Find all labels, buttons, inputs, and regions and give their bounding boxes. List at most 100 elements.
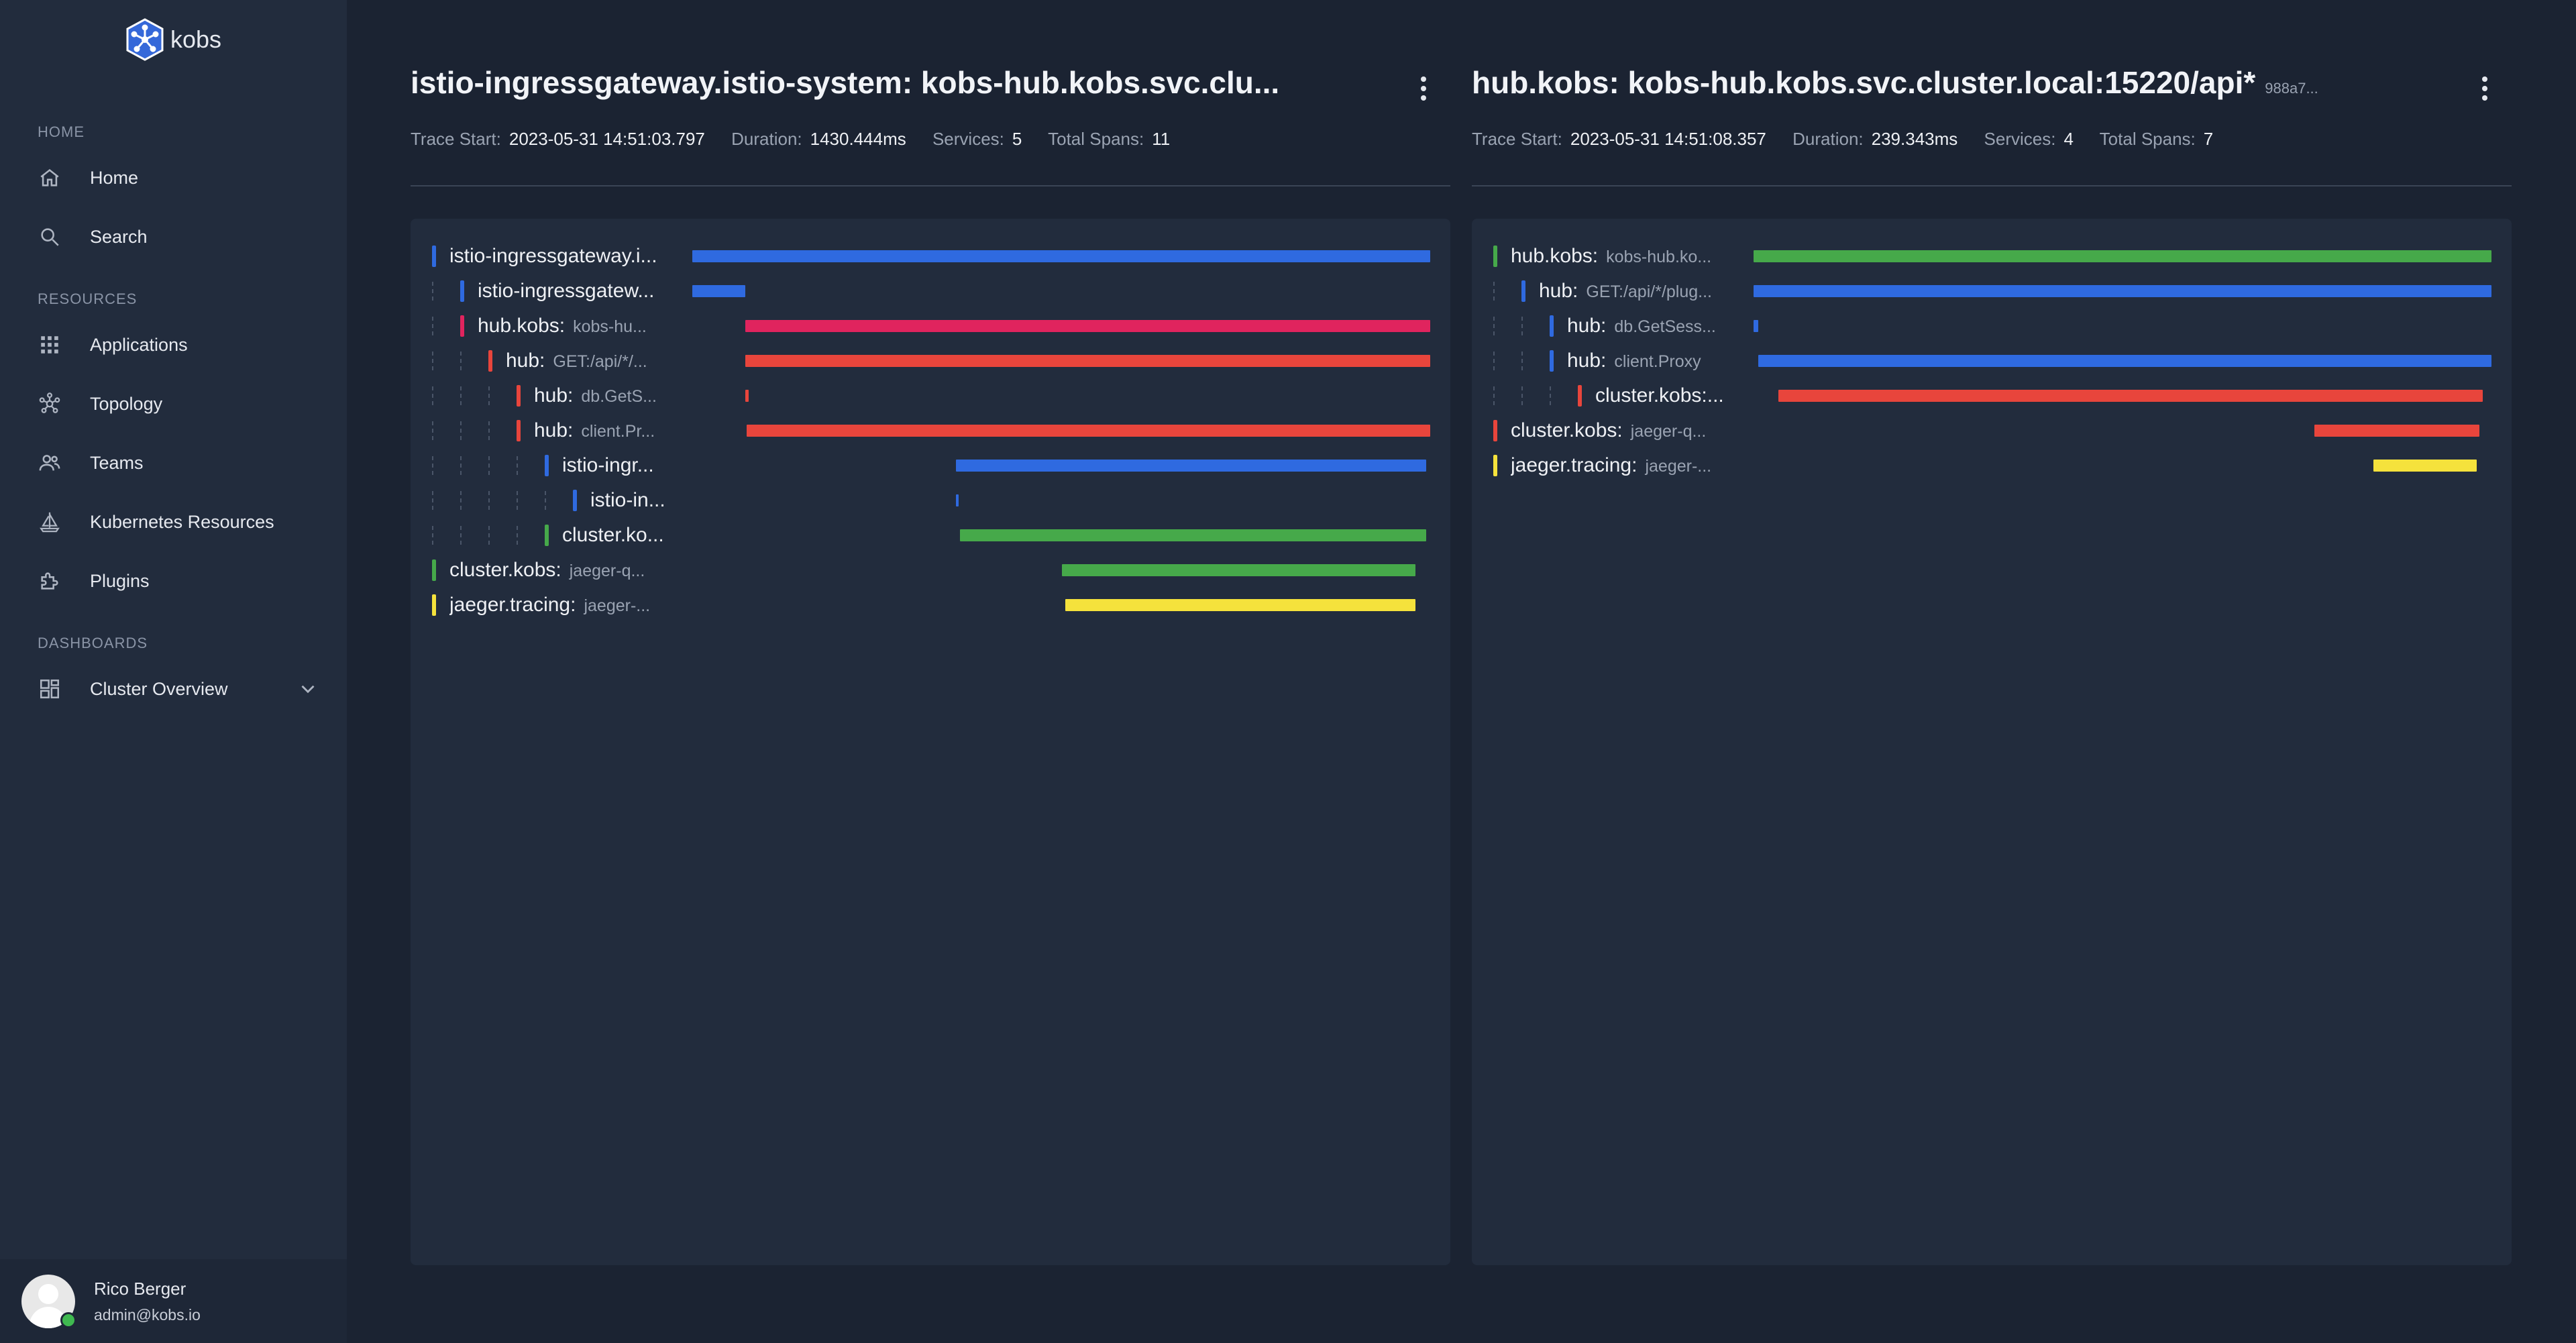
span-operation: client.Proxy	[1614, 352, 1701, 371]
sidebar-item-topology[interactable]: Topology	[38, 384, 319, 424]
span-row[interactable]: hub: db.GetSess...	[1472, 309, 2512, 343]
span-row[interactable]: hub.kobs: kobs-hu...	[411, 309, 1450, 343]
span-label: cluster.kobs: jaeger-q...	[449, 559, 679, 582]
span-duration-bar[interactable]	[1754, 285, 2491, 297]
span-operation: kobs-hub.ko...	[1606, 248, 1712, 266]
span-duration-bar[interactable]	[960, 529, 1427, 541]
span-duration-bar[interactable]	[747, 425, 1430, 437]
trace-menu-button[interactable]	[2478, 74, 2491, 103]
trace-view: istio-ingressgateway.istio-system: kobs-…	[411, 0, 1450, 1343]
span-row[interactable]: hub: client.Pr...	[411, 413, 1450, 448]
span-tree-panel: hub.kobs: kobs-hub.ko... hub: GET:/api/*/pl…	[1472, 219, 2512, 1265]
trace-duration: 1430.444ms	[810, 129, 906, 149]
section-title-resources: Resources	[38, 290, 138, 307]
span-service: hub:	[1567, 350, 1607, 372]
span-service: hub:	[534, 419, 574, 441]
span-duration-bar[interactable]	[1065, 599, 1415, 611]
span-service-marker	[460, 280, 464, 302]
sidebar-item-home[interactable]: Home	[38, 158, 319, 198]
sidebar-item-cluster-overview[interactable]: Cluster Overview	[38, 669, 319, 709]
span-label: hub.kobs: kobs-hu...	[478, 315, 679, 337]
trace-total-spans: 7	[2203, 129, 2214, 149]
tree-guide	[545, 491, 546, 510]
span-duration-bar[interactable]	[2314, 425, 2480, 437]
tree-guide	[1521, 386, 1523, 405]
span-service: istio-ingressgatew...	[478, 280, 655, 302]
tree-guide	[460, 456, 462, 475]
span-duration-bar[interactable]	[2373, 460, 2477, 472]
span-duration-bar[interactable]	[745, 320, 1430, 332]
span-row[interactable]: cluster.ko...	[411, 518, 1450, 553]
sidebar-item-teams[interactable]: Teams	[38, 443, 319, 483]
trace-view: hub.kobs: kobs-hub.kobs.svc.cluster.loca…	[1472, 0, 2512, 1343]
span-duration-bar[interactable]	[955, 460, 1427, 472]
span-row[interactable]: cluster.kobs: jaeger-q...	[1472, 413, 2512, 448]
trace-meta: Trace Start: 2023-05-31 14:51:03.797 Dura…	[411, 129, 1171, 149]
sidebar-item-label: Kubernetes Resources	[90, 511, 274, 532]
span-label: cluster.kobs: jaeger-q...	[1511, 419, 1740, 442]
span-row[interactable]: hub: client.Proxy	[1472, 343, 2512, 378]
tree-guide	[1493, 352, 1495, 370]
sidebar-item-search[interactable]: Search	[38, 217, 319, 257]
sidebar: kobs Home Home Search Resources Applicat…	[0, 0, 347, 1343]
tree-guide	[1493, 386, 1495, 405]
tree-guide	[488, 526, 490, 545]
span-row[interactable]: hub: GET:/api/*/plug...	[1472, 274, 2512, 309]
span-service-marker	[1521, 280, 1525, 302]
span-service: cluster.kobs:	[1511, 419, 1623, 441]
span-duration-bar[interactable]	[745, 390, 749, 402]
span-service-marker	[517, 420, 521, 441]
span-row[interactable]: cluster.kobs:...	[1472, 378, 2512, 413]
sidebar-item-kubernetes-resources[interactable]: Kubernetes Resources	[38, 502, 319, 542]
span-duration-bar[interactable]	[1758, 355, 2491, 367]
section-title-home: Home	[38, 123, 85, 140]
span-service: jaeger.tracing:	[449, 594, 576, 616]
span-row[interactable]: jaeger.tracing: jaeger-...	[411, 588, 1450, 623]
span-duration-bar[interactable]	[692, 250, 1430, 262]
span-row[interactable]: jaeger.tracing: jaeger-...	[1472, 448, 2512, 483]
span-service-marker	[1493, 455, 1497, 476]
span-duration-bar[interactable]	[955, 494, 959, 506]
span-operation: jaeger-...	[584, 596, 651, 615]
span-duration-bar[interactable]	[1754, 250, 2491, 262]
tree-guide	[432, 317, 433, 335]
span-duration-bar[interactable]	[1062, 564, 1415, 576]
span-row[interactable]: istio-ingressgatew...	[411, 274, 1450, 309]
chevron-down-icon[interactable]	[297, 678, 319, 700]
span-duration-bar[interactable]	[745, 355, 1430, 367]
online-status-dot	[60, 1312, 76, 1328]
tree-guide	[432, 491, 433, 510]
trace-menu-button[interactable]	[1417, 74, 1430, 103]
span-label: cluster.ko...	[562, 524, 679, 547]
span-label: hub: client.Pr...	[534, 419, 679, 442]
tree-guide	[460, 421, 462, 440]
user-profile[interactable]: Rico Berger admin@kobs.io	[0, 1259, 347, 1343]
span-row[interactable]: hub.kobs: kobs-hub.ko...	[1472, 239, 2512, 274]
sidebar-item-label: Topology	[90, 393, 163, 414]
span-duration-bar[interactable]	[692, 285, 746, 297]
span-label: istio-ingressgateway.i...	[449, 245, 679, 268]
span-service-marker	[432, 246, 436, 267]
span-service-marker	[1578, 385, 1582, 407]
tree-guide	[488, 386, 490, 405]
trace-start: 2023-05-31 14:51:08.357	[1570, 129, 1766, 149]
app-logo[interactable]: kobs	[123, 16, 221, 63]
span-row[interactable]: istio-in...	[411, 483, 1450, 518]
sidebar-item-label: Plugins	[90, 570, 150, 591]
span-operation: GET:/api/*/...	[553, 352, 647, 371]
tree-guide	[488, 491, 490, 510]
team-icon	[38, 451, 62, 475]
span-duration-bar[interactable]	[1778, 390, 2483, 402]
divider	[411, 185, 1450, 186]
span-row[interactable]: cluster.kobs: jaeger-q...	[411, 553, 1450, 588]
span-row[interactable]: hub: db.GetS...	[411, 378, 1450, 413]
sidebar-item-plugins[interactable]: Plugins	[38, 561, 319, 601]
span-row[interactable]: hub: GET:/api/*/...	[411, 343, 1450, 378]
span-service-marker	[545, 455, 549, 476]
span-row[interactable]: istio-ingressgateway.i...	[411, 239, 1450, 274]
span-row[interactable]: istio-ingr...	[411, 448, 1450, 483]
tree-guide	[488, 421, 490, 440]
sidebar-item-applications[interactable]: Applications	[38, 325, 319, 365]
span-label: hub: GET:/api/*/plug...	[1539, 280, 1740, 303]
span-duration-bar[interactable]	[1754, 320, 1758, 332]
